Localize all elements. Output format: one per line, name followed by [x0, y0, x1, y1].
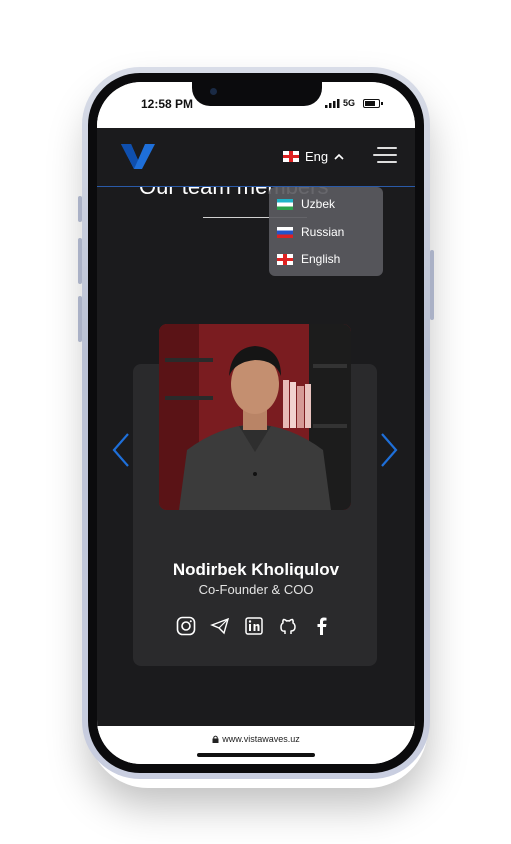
github-icon[interactable] [278, 616, 298, 636]
previous-arrow-icon[interactable] [111, 432, 131, 468]
telegram-icon[interactable] [210, 616, 230, 636]
status-time: 12:58 PM [141, 97, 194, 111]
language-label: Eng [305, 148, 329, 164]
linkedin-icon[interactable] [244, 616, 264, 636]
language-option-english[interactable]: English [277, 252, 340, 266]
language-option-label: Russian [301, 225, 345, 239]
signal-icon [325, 99, 340, 108]
language-option-uzbek[interactable]: Uzbek [277, 197, 335, 211]
power-button [430, 250, 434, 320]
facebook-icon[interactable] [312, 616, 332, 636]
social-links [176, 616, 332, 636]
menu-line-icon [373, 154, 397, 156]
brand-logo[interactable] [119, 142, 157, 170]
language-option-russian[interactable]: Russian [277, 225, 344, 239]
ru-flag-icon [277, 226, 293, 238]
language-option-label: Uzbek [301, 197, 336, 211]
menu-line-icon [377, 147, 397, 149]
team-member-role: Co-Founder & COO [198, 582, 314, 597]
mute-switch [78, 196, 82, 222]
en-flag-icon [277, 253, 293, 265]
menu-button[interactable] [373, 146, 397, 164]
team-member-photo [159, 324, 351, 510]
en-flag-icon [283, 150, 299, 162]
phone-screen: 12:58 PM 5G Our team members Eng [97, 82, 415, 764]
notch [192, 82, 322, 106]
url-text: www.vistawaves.uz [222, 734, 300, 744]
menu-line-icon [377, 161, 397, 163]
language-selector[interactable]: Eng [283, 148, 344, 164]
camera-icon [210, 88, 217, 95]
site-navbar: Eng [97, 128, 415, 187]
network-type: 5G [343, 98, 356, 108]
home-indicator[interactable] [197, 753, 315, 757]
battery-icon [363, 99, 383, 108]
status-bar: 12:58 PM 5G [97, 82, 415, 128]
website-viewport[interactable]: Our team members Eng [97, 128, 415, 726]
next-arrow-icon[interactable] [379, 432, 399, 468]
team-member-name: Nodirbek Kholiqulov [172, 560, 340, 579]
language-option-label: English [301, 252, 341, 266]
instagram-icon[interactable] [176, 616, 196, 636]
uz-flag-icon [277, 198, 293, 210]
volume-up-button [78, 238, 82, 284]
volume-down-button [78, 296, 82, 342]
url-text-row: www.vistawaves.uz [97, 734, 415, 744]
lock-icon [212, 735, 219, 743]
chevron-up-icon [334, 153, 344, 160]
browser-url-bar[interactable]: www.vistawaves.uz [97, 726, 415, 764]
language-dropdown: Uzbek Russian English [269, 187, 383, 276]
